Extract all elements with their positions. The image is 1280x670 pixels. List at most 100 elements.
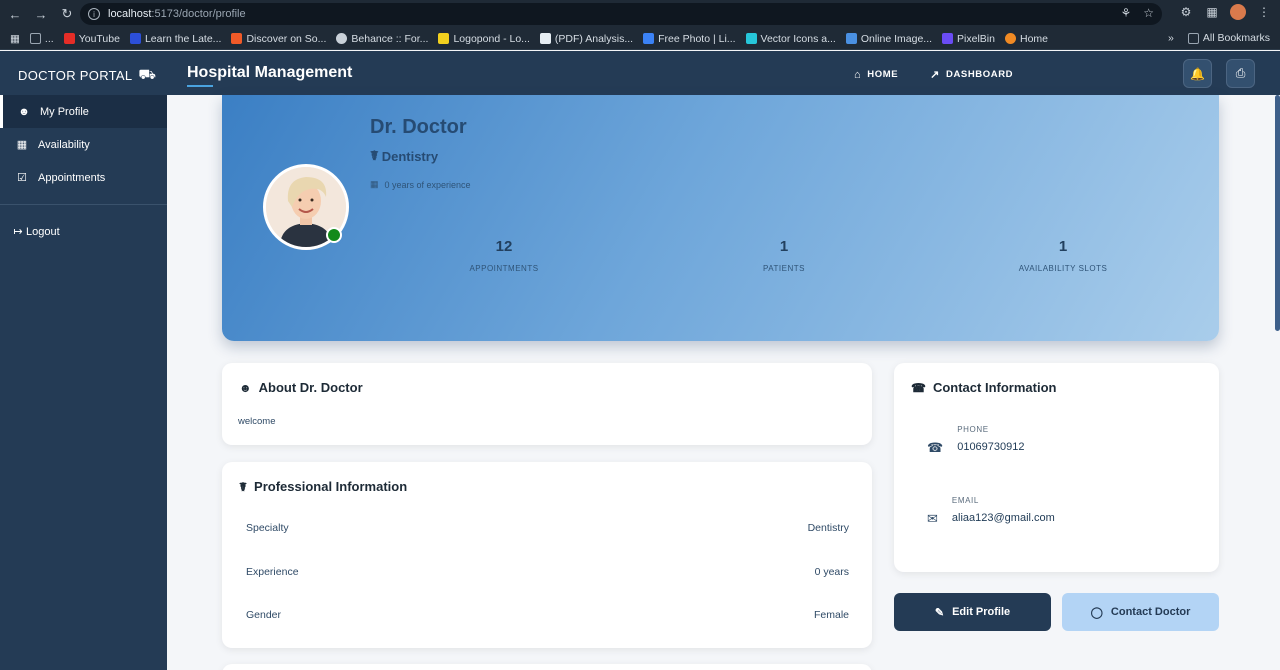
about-title-text: About Dr. Doctor	[258, 380, 363, 395]
all-bookmarks[interactable]: All Bookmarks	[1187, 32, 1270, 44]
stat-value: 1	[779, 238, 789, 255]
scrollbar-thumb[interactable]	[1275, 95, 1280, 331]
nav-dashboard[interactable]: ↗ DASHBOARD	[930, 68, 1013, 81]
bookmark-item[interactable]: (PDF) Analysis...	[539, 33, 633, 45]
bookmark-favicon	[845, 33, 857, 44]
chart-icon: ↗	[930, 69, 940, 81]
bookmark-item[interactable]: Online Image...	[845, 33, 932, 45]
info-row-specialty: Specialty Dentistry	[246, 522, 849, 534]
stethoscope-icon: ☤	[239, 479, 248, 494]
mail-icon: ✉	[927, 511, 938, 526]
bookmark-favicon	[942, 33, 954, 44]
bookmark-item[interactable]: YouTube	[63, 33, 120, 45]
bookmark-item[interactable]: Learn the Late...	[129, 33, 221, 45]
stat-appointments: 12 APPOINTMENTS	[434, 238, 574, 273]
print-button[interactable]: ⎙	[1226, 59, 1255, 88]
home-icon: ⌂	[854, 68, 862, 81]
extension-icon[interactable]: ⚙	[1178, 4, 1194, 20]
sidebar-item-label: My Profile	[40, 105, 89, 118]
folder-icon	[1187, 32, 1199, 44]
bell-icon: 🔔	[1190, 66, 1205, 81]
browser-toolbar: ← → ↻ i localhost:5173/doctor/profile ⚘ …	[0, 0, 1280, 28]
puzzle-icon[interactable]: ▦	[1204, 4, 1220, 20]
bookmark-item[interactable]: ...	[29, 33, 54, 45]
bookmark-favicon	[438, 33, 450, 44]
nav-home[interactable]: ⌂ HOME	[854, 68, 898, 81]
bookmark-item[interactable]: Behance :: For...	[336, 33, 428, 45]
apps-icon[interactable]: ▦	[10, 33, 20, 45]
key-icon[interactable]: ⚘	[1120, 6, 1131, 20]
site-info-icon[interactable]: i	[88, 8, 100, 20]
folder-icon	[29, 33, 41, 44]
back-icon[interactable]: ←	[4, 3, 26, 25]
calendar-check-icon: ☑	[17, 172, 27, 184]
stat-label: APPOINTMENTS	[469, 264, 539, 273]
calendar-icon: ▦	[370, 179, 379, 189]
contact-doctor-label: Contact Doctor	[1110, 606, 1191, 618]
bookmark-item[interactable]: Logopond - Lo...	[438, 33, 530, 45]
bookmark-item[interactable]: Free Photo | Li...	[643, 33, 736, 45]
stat-patients: 1 PATIENTS	[714, 238, 854, 273]
contact-card: ☎ Contact Information ☎ PHONE 0106973091…	[894, 363, 1219, 572]
top-nav: ⌂ HOME ↗ DASHBOARD	[854, 68, 1013, 82]
info-value: 0 years	[814, 566, 849, 578]
online-status-indicator	[326, 227, 342, 243]
reload-icon[interactable]: ↻	[56, 3, 78, 25]
edit-profile-label: Edit Profile	[952, 606, 1011, 618]
contact-email: ✉ EMAIL aliaa123@gmail.com	[927, 496, 1055, 527]
phone-icon: ☎	[927, 440, 944, 455]
bookmark-favicon	[643, 33, 655, 44]
info-value: Female	[813, 609, 849, 621]
bookmarks-bar: ▦ ... YouTube Learn the Late... Discover…	[0, 28, 1280, 50]
bookmark-favicon	[129, 33, 141, 44]
contact-phone: ☎ PHONE 01069730912	[927, 425, 1025, 456]
sidebar-item-my-profile[interactable]: ☻ My Profile	[0, 95, 167, 128]
stat-value: 12	[495, 238, 513, 255]
address-bar[interactable]: i localhost:5173/doctor/profile ⚘ ☆	[80, 3, 1162, 25]
about-card: ☻ About Dr. Doctor welcome	[222, 363, 872, 445]
notifications-button[interactable]: 🔔	[1183, 59, 1212, 88]
doctor-name: Dr. Doctor	[370, 116, 467, 138]
about-text: welcome	[238, 416, 276, 427]
profile-avatar-icon[interactable]	[1230, 4, 1246, 20]
brand-label: DOCTOR PORTAL	[18, 68, 133, 83]
bookmark-favicon	[1004, 33, 1016, 44]
logout-icon: ↦	[13, 226, 23, 238]
brand[interactable]: DOCTOR PORTAL ⛟	[18, 66, 156, 85]
sidebar-item-appointments[interactable]: ☑ Appointments	[0, 161, 167, 194]
sidebar-item-availability[interactable]: ▦ Availability	[0, 128, 167, 161]
info-label: Specialty	[246, 522, 289, 534]
phone-icon: ☎	[911, 380, 926, 395]
doctor-specialty: ☤ Dentistry	[370, 148, 438, 164]
email-value[interactable]: aliaa123@gmail.com	[952, 512, 1055, 524]
youtube-icon	[63, 33, 75, 44]
forward-icon[interactable]: →	[30, 3, 52, 25]
about-title: ☻ About Dr. Doctor	[239, 380, 363, 395]
page-title-text: Hospital Management	[187, 64, 353, 81]
phone-value[interactable]: 01069730912	[957, 441, 1024, 453]
bookmark-item[interactable]: PixelBin	[942, 33, 995, 45]
logout-button[interactable]: ↦ Logout	[0, 215, 167, 248]
contact-doctor-button[interactable]: ◯ Contact Doctor	[1062, 593, 1219, 631]
stat-availability-slots: 1 AVAILABILITY SLOTS	[993, 238, 1133, 273]
bookmark-favicon	[745, 33, 757, 44]
menu-kebab-icon[interactable]: ⋮	[1256, 4, 1272, 20]
logout-label: Logout	[26, 225, 60, 238]
info-label: Gender	[246, 609, 282, 621]
edit-profile-button[interactable]: ✎ Edit Profile	[894, 593, 1051, 631]
contact-title: ☎ Contact Information	[911, 380, 1056, 395]
bookmark-item[interactable]: Home	[1004, 33, 1048, 45]
stat-label: AVAILABILITY SLOTS	[1018, 264, 1108, 273]
printer-icon: ⎙	[1235, 66, 1246, 80]
sidebar-item-label: Availability	[38, 138, 90, 151]
star-icon[interactable]: ☆	[1143, 6, 1154, 20]
app-header: DOCTOR PORTAL ⛟ Hospital Management ⌂ HOM…	[0, 51, 1280, 95]
user-outline-icon: ☻	[239, 380, 252, 395]
bookmark-item[interactable]: Vector Icons a...	[745, 33, 836, 45]
more-bookmarks-icon[interactable]: »	[1168, 32, 1174, 44]
url-text: localhost:5173/doctor/profile	[108, 8, 246, 20]
bookmark-item[interactable]: Discover on So...	[231, 33, 326, 45]
calendar-icon: ▦	[16, 139, 28, 151]
pencil-icon: ✎	[934, 606, 945, 619]
info-label: Experience	[246, 566, 299, 578]
